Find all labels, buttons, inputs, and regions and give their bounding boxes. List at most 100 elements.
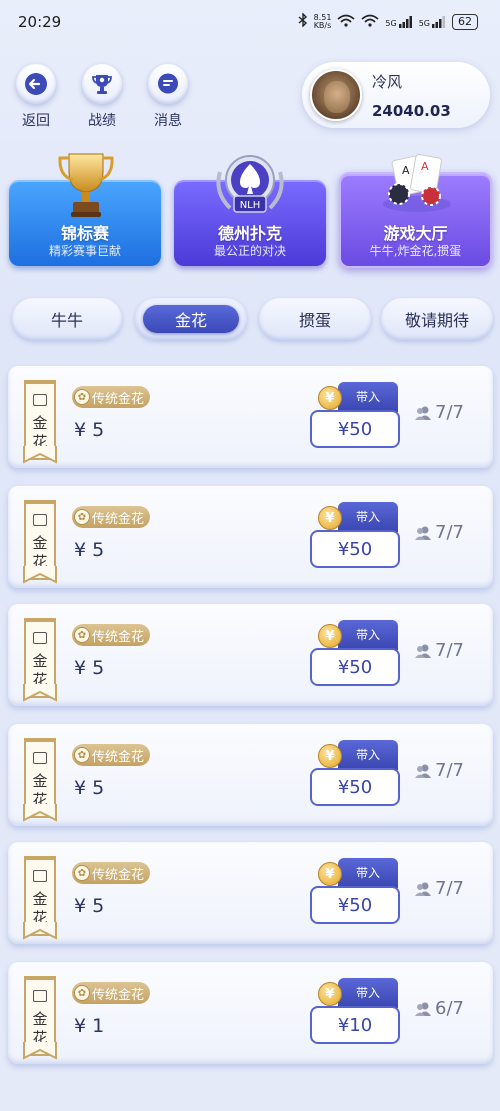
players-icon xyxy=(415,406,431,420)
star-icon: ✿ xyxy=(74,747,90,763)
player-count-text: 7/7 xyxy=(435,760,464,781)
category-texas-holdem[interactable]: NLH 德州扑克 最公正的对决 xyxy=(174,155,326,266)
star-icon: ✿ xyxy=(74,865,90,881)
poker-emblem-icon: NLH xyxy=(216,155,284,213)
tab-coming-soon[interactable]: 敬请期待 xyxy=(381,298,493,340)
player-count: 7/7 xyxy=(414,640,464,661)
buyin-button[interactable]: 带入 ¥ ¥50 xyxy=(310,618,400,688)
buyin-label: 带入 xyxy=(338,978,398,1008)
cards-icon xyxy=(33,752,47,764)
username: 冷风 xyxy=(372,72,403,91)
players-icon xyxy=(415,1002,431,1016)
buyin-button[interactable]: 带入 ¥ ¥50 xyxy=(310,738,400,808)
tab-label: 掼蛋 xyxy=(298,311,331,330)
tab-guandan[interactable]: 掼蛋 xyxy=(259,298,371,340)
badge-label: 传统金花 xyxy=(92,867,145,883)
buyin-amount[interactable]: ¥50 xyxy=(310,648,400,686)
game-type-badge: ✿ 传统金花 xyxy=(72,744,151,766)
svg-text:A: A xyxy=(421,160,429,173)
records-label: 战绩 xyxy=(88,113,116,129)
players-icon xyxy=(415,644,431,658)
room-list-item[interactable]: 金花 ✿ 传统金花 ¥ 5 带入 ¥ ¥50 7/7 xyxy=(8,366,493,468)
nlh-logo-text: NLH xyxy=(240,200,261,211)
ribbon-tail-icon xyxy=(23,446,57,464)
player-count: 7/7 xyxy=(414,878,464,899)
category-title: 德州扑克 xyxy=(217,224,282,243)
category-title: 锦标赛 xyxy=(60,224,109,243)
tab-jinhua[interactable]: 金花 xyxy=(135,298,247,340)
category-subtitle: 精彩赛事巨献 xyxy=(48,244,121,258)
player-count: 7/7 xyxy=(414,522,464,543)
back-label: 返回 xyxy=(22,113,50,129)
players-icon xyxy=(415,764,431,778)
player-count-text: 7/7 xyxy=(435,402,464,423)
buyin-amount[interactable]: ¥50 xyxy=(310,768,400,806)
room-list-item[interactable]: 金花 ✿ 传统金花 ¥ 5 带入 ¥ ¥50 7/7 xyxy=(8,724,493,826)
badge-label: 传统金花 xyxy=(92,511,145,527)
top-nav: 返回 战绩 消息 xyxy=(14,64,190,130)
room-list-item[interactable]: 金花 ✿ 传统金花 ¥ 5 带入 ¥ ¥50 7/7 xyxy=(8,604,493,706)
room-stake: ¥ 5 xyxy=(74,777,105,799)
badge-label: 传统金花 xyxy=(92,987,145,1003)
coin-icon: ¥ xyxy=(318,982,342,1006)
tab-niuniu[interactable]: 牛牛 xyxy=(12,298,122,340)
tab-label: 牛牛 xyxy=(50,311,83,330)
profile-info: 冷风 24040.03 xyxy=(372,71,451,120)
player-count-text: 7/7 xyxy=(435,640,464,661)
ribbon-tail-icon xyxy=(23,566,57,584)
records-button[interactable]: 战绩 xyxy=(80,64,124,130)
badge-label: 传统金花 xyxy=(92,749,145,765)
back-arrow-icon[interactable] xyxy=(16,64,56,104)
buyin-button[interactable]: 带入 ¥ ¥10 xyxy=(310,976,400,1046)
trophy-icon[interactable] xyxy=(82,64,122,104)
room-stake: ¥ 5 xyxy=(74,657,105,679)
cards-and-chips-icon: A A xyxy=(383,153,451,212)
buyin-amount[interactable]: ¥50 xyxy=(310,886,400,924)
tab-label: 金花 xyxy=(174,311,207,330)
player-count-text: 7/7 xyxy=(435,522,464,543)
game-type-badge: ✿ 传统金花 xyxy=(72,982,151,1004)
star-icon: ✿ xyxy=(74,509,90,525)
buyin-button[interactable]: 带入 ¥ ¥50 xyxy=(310,500,400,570)
message-icon[interactable] xyxy=(148,64,188,104)
room-list-item[interactable]: 金花 ✿ 传统金花 ¥ 5 带入 ¥ ¥50 7/7 xyxy=(8,486,493,588)
buyin-button[interactable]: 带入 ¥ ¥50 xyxy=(310,380,400,450)
ribbon-tail-icon xyxy=(23,922,57,940)
status-icons: 8.51 KB/s 5G 5G 62 xyxy=(298,12,478,31)
room-list-item[interactable]: 金花 ✿ 传统金花 ¥ 5 带入 ¥ ¥50 7/7 xyxy=(8,842,493,944)
room-stake: ¥ 1 xyxy=(74,1015,105,1037)
balance: 24040.03 xyxy=(372,101,451,120)
room-stake: ¥ 5 xyxy=(74,895,105,917)
category-subtitle: 最公正的对决 xyxy=(213,244,286,258)
buyin-amount[interactable]: ¥50 xyxy=(310,410,400,448)
avatar[interactable] xyxy=(310,69,362,121)
star-icon: ✿ xyxy=(74,627,90,643)
category-game-hall[interactable]: A A 游戏大厅 牛牛,炸金花,掼蛋 xyxy=(339,153,492,268)
buyin-amount[interactable]: ¥10 xyxy=(310,1006,400,1044)
trophy-cup-icon xyxy=(58,153,114,217)
game-type-badge: ✿ 传统金花 xyxy=(72,386,151,408)
buyin-label: 带入 xyxy=(338,502,398,532)
ribbon-tail-icon xyxy=(23,1042,57,1060)
tab-active-pill[interactable]: 金花 xyxy=(143,305,239,333)
buyin-label: 带入 xyxy=(338,620,398,650)
user-profile[interactable]: 冷风 24040.03 xyxy=(302,62,490,128)
tab-label: 敬请期待 xyxy=(404,311,469,330)
coin-icon: ¥ xyxy=(318,624,342,648)
buyin-button[interactable]: 带入 ¥ ¥50 xyxy=(310,856,400,926)
signal-bars-icon xyxy=(398,16,412,28)
player-count-text: 6/7 xyxy=(435,998,464,1019)
cards-icon xyxy=(33,394,47,406)
game-type-badge: ✿ 传统金花 xyxy=(72,506,151,528)
buyin-label: 带入 xyxy=(338,382,398,412)
ribbon-tail-icon xyxy=(23,684,57,702)
back-button[interactable]: 返回 xyxy=(14,64,58,130)
buyin-label: 带入 xyxy=(338,740,398,770)
signal-bars-icon xyxy=(432,16,445,28)
star-icon: ✿ xyxy=(74,389,90,405)
category-tournament[interactable]: 锦标赛 精彩赛事巨献 xyxy=(9,153,161,266)
messages-button[interactable]: 消息 xyxy=(146,64,190,130)
buyin-amount[interactable]: ¥50 xyxy=(310,530,400,568)
ribbon-tail-icon xyxy=(23,804,57,822)
room-list-item[interactable]: 金花 ✿ 传统金花 ¥ 1 带入 ¥ ¥10 6/7 xyxy=(8,962,493,1064)
